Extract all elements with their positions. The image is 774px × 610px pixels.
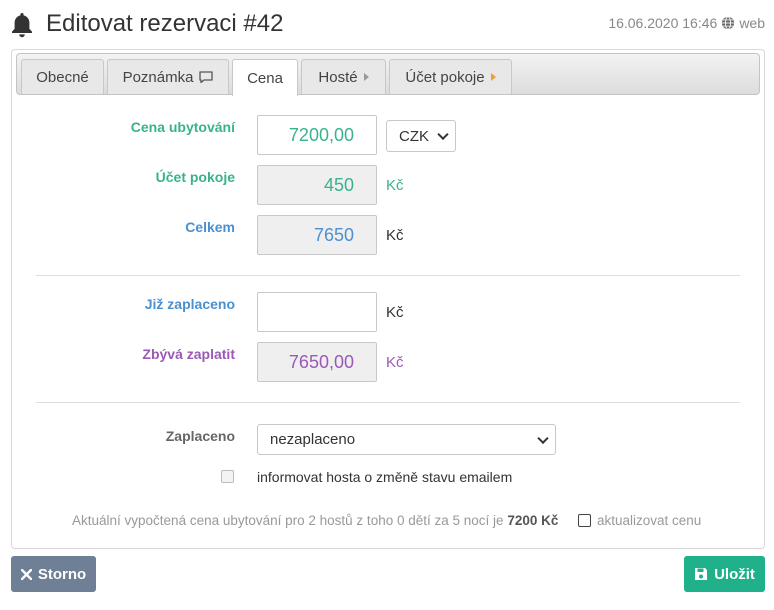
- globe-icon: [722, 16, 735, 30]
- dialog-header: Editovat rezervaci #42 16.06.2020 16:46 …: [10, 8, 768, 42]
- tab-label: Účet pokoje: [405, 68, 485, 86]
- total-unit: Kč: [386, 227, 404, 244]
- close-icon: [20, 568, 32, 580]
- tab-label: Cena: [247, 69, 283, 87]
- remaining-label: Zbývá zaplatit: [142, 346, 235, 362]
- chevron-down-icon: [437, 128, 449, 141]
- chevron-down-icon: [537, 432, 549, 444]
- bell-icon: [12, 13, 32, 38]
- tab-label: Poznámka: [122, 68, 194, 86]
- paid-unit: Kč: [386, 304, 404, 321]
- tab-bar: Obecné Poznámka Cena Hosté Účet pokoje: [16, 53, 760, 96]
- created-datetime: 16.06.2020 16:46: [608, 15, 718, 31]
- tab-label: Obecné: [36, 68, 89, 86]
- tab-general[interactable]: Obecné: [21, 59, 104, 94]
- save-label: Uložit: [714, 565, 755, 583]
- paid-input[interactable]: [257, 292, 377, 332]
- price-calculation-note: Aktuální vypočtená cena ubytování pro 2 …: [72, 513, 558, 528]
- notify-guest-label: informovat hosta o změně stavu emailem: [257, 469, 513, 485]
- caret-right-icon: [363, 73, 369, 81]
- save-button[interactable]: Uložit: [684, 556, 765, 592]
- notify-guest-checkbox[interactable]: [221, 470, 234, 483]
- room-account-unit: Kč: [386, 177, 404, 194]
- currency-select[interactable]: CZK: [386, 120, 456, 152]
- remaining-field: 7650,00: [257, 342, 377, 382]
- remaining-unit: Kč: [386, 354, 404, 371]
- floppy-disk-icon: [695, 568, 708, 580]
- reservation-panel: Obecné Poznámka Cena Hosté Účet pokoje C…: [11, 49, 765, 549]
- tab-price[interactable]: Cena: [232, 59, 298, 96]
- cancel-label: Storno: [37, 565, 87, 583]
- total-field: 7650: [257, 215, 377, 255]
- tab-note[interactable]: Poznámka: [107, 59, 229, 94]
- paid-label: Již zaplaceno: [144, 296, 235, 312]
- divider: [36, 402, 740, 403]
- price-input[interactable]: 7200,00: [257, 115, 377, 155]
- payment-status-select[interactable]: nezaplaceno: [257, 424, 556, 455]
- payment-status-selected: nezaplaceno: [270, 431, 356, 448]
- update-price-checkbox[interactable]: [578, 514, 591, 527]
- room-account-field: 450: [257, 165, 377, 205]
- caret-right-icon: [490, 73, 496, 81]
- tab-room-account[interactable]: Účet pokoje: [389, 59, 512, 94]
- note-amount: 7200 Kč: [507, 513, 559, 528]
- source-label: web: [739, 15, 765, 31]
- page-title: Editovat rezervaci #42: [46, 10, 284, 37]
- total-label: Celkem: [185, 219, 235, 235]
- payment-status-label: Zaplaceno: [165, 428, 235, 444]
- currency-selected: CZK: [399, 127, 429, 145]
- reservation-meta: 16.06.2020 16:46 web: [608, 15, 765, 31]
- update-price-label: aktualizovat cenu: [597, 513, 702, 528]
- room-account-label: Účet pokoje: [155, 169, 235, 185]
- message-icon: [199, 71, 214, 83]
- cancel-button[interactable]: Storno: [11, 556, 96, 592]
- divider: [36, 275, 740, 276]
- tab-guests[interactable]: Hosté: [301, 59, 386, 94]
- price-label: Cena ubytování: [130, 119, 235, 135]
- tab-label: Hosté: [318, 68, 358, 86]
- note-text: Aktuální vypočtená cena ubytování pro 2 …: [72, 513, 504, 528]
